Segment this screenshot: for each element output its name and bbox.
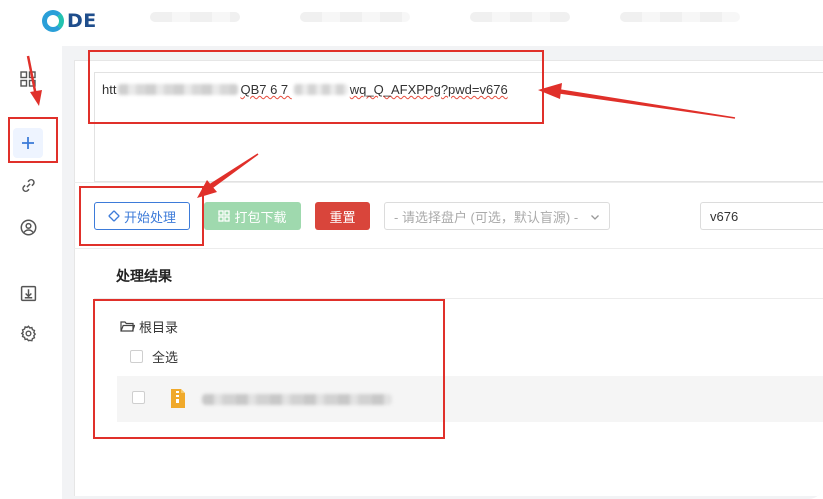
zip-download-label: 打包下载 bbox=[234, 209, 287, 225]
sidebar-item-settings[interactable] bbox=[13, 318, 43, 348]
app-logo[interactable]: DE bbox=[42, 10, 97, 32]
divider bbox=[74, 248, 823, 249]
logo-text: DE bbox=[67, 10, 97, 32]
download-icon bbox=[20, 285, 36, 301]
logo-ring-icon bbox=[42, 10, 64, 32]
blurred-header-text bbox=[300, 12, 410, 22]
app-window: DE htt QB7 6 7 wq_Q_AFXPPg?pwd=v676 开始处理… bbox=[0, 0, 823, 499]
blurred-header-text bbox=[470, 12, 570, 22]
zip-download-button[interactable]: 打包下载 bbox=[204, 202, 301, 230]
grid-icon bbox=[20, 71, 36, 87]
sidebar-item-links[interactable] bbox=[13, 170, 43, 200]
gear-icon bbox=[20, 324, 36, 342]
disk-select[interactable]: - 请选择盘户 (可选，默认盲源) - bbox=[384, 202, 610, 230]
top-header: DE bbox=[0, 0, 823, 46]
blurred-header-text bbox=[150, 12, 240, 22]
reset-label: 重置 bbox=[329, 209, 356, 225]
package-icon bbox=[218, 210, 231, 222]
password-input[interactable]: v676 bbox=[700, 202, 823, 230]
chevron-down-icon bbox=[591, 215, 599, 220]
reset-button[interactable]: 重置 bbox=[315, 202, 370, 230]
annotation-box-start bbox=[79, 186, 204, 246]
blurred-header-text bbox=[620, 12, 740, 22]
password-value: v676 bbox=[710, 208, 739, 224]
annotation-box-url bbox=[88, 50, 544, 124]
divider bbox=[74, 182, 823, 183]
disk-select-placeholder: - 请选择盘户 (可选，默认盲源) - bbox=[394, 209, 579, 225]
sidebar bbox=[0, 46, 56, 499]
results-title: 处理结果 bbox=[116, 268, 172, 284]
sidebar-item-dashboard[interactable] bbox=[13, 64, 43, 94]
sidebar-item-downloads[interactable] bbox=[13, 278, 43, 308]
annotation-box-results bbox=[93, 299, 445, 439]
annotation-box-add bbox=[8, 117, 58, 163]
user-circle-icon bbox=[20, 219, 36, 235]
sidebar-item-account[interactable] bbox=[13, 212, 43, 242]
link-icon bbox=[21, 178, 35, 192]
